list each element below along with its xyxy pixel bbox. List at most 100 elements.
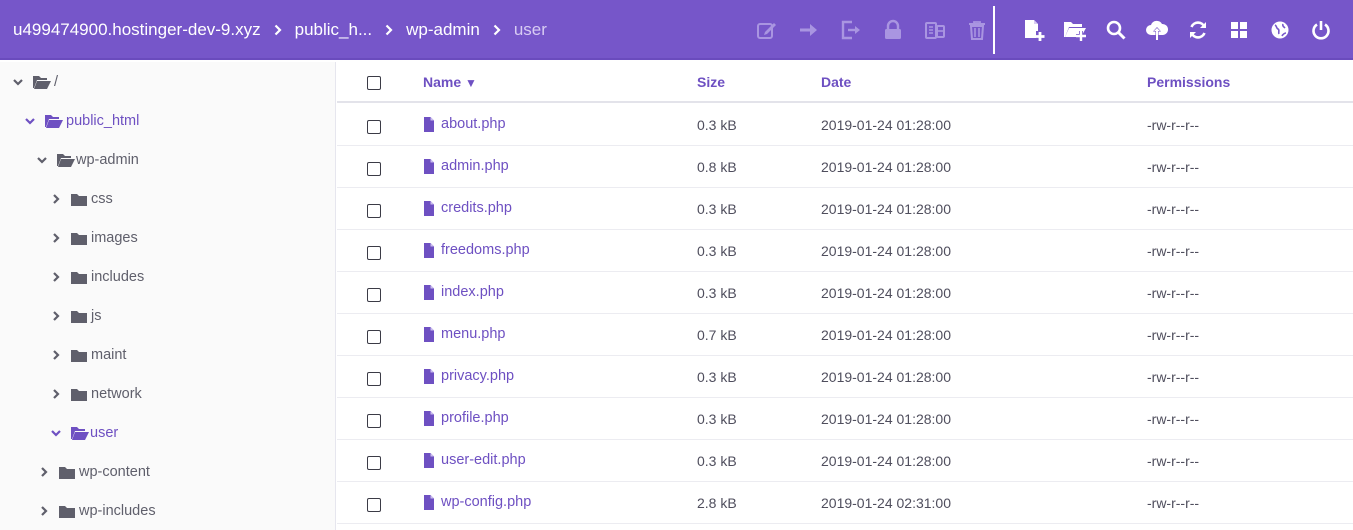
file-date: 2019-01-24 01:28:00 [821,243,951,259]
table-row[interactable]: menu.php 0.7 kB 2019-01-24 01:28:00 -rw-r--… [337,314,1353,356]
file-name-link[interactable]: admin.php [423,158,509,174]
new-folder-icon[interactable] [1060,15,1090,45]
lock-icon[interactable] [878,15,908,45]
column-header-name[interactable]: Name ▼ [423,74,477,90]
move-icon[interactable] [794,15,824,45]
file-name-link[interactable]: freedoms.php [423,242,530,258]
sort-desc-icon: ▼ [465,76,477,90]
chevron-right-icon [50,232,62,244]
file-name-link[interactable]: credits.php [423,200,512,216]
breadcrumb-item-public-html[interactable]: public_h... [295,20,373,40]
file-size: 0.7 kB [697,327,737,343]
tree-node-wp-admin[interactable]: wp-admin [36,148,139,172]
file-icon [423,410,435,426]
file-size: 0.8 kB [697,159,737,175]
chevron-down-icon [36,154,48,166]
table-row[interactable]: freedoms.php 0.3 kB 2019-01-24 01:28:00 -rw… [337,230,1353,272]
column-header-permissions[interactable]: Permissions [1147,74,1230,90]
folder-icon [70,270,88,285]
grid-view-icon[interactable] [1224,15,1254,45]
table-row[interactable]: user-edit.php 0.3 kB 2019-01-24 01:28:00 -r… [337,440,1353,482]
tree-node-css[interactable]: css [50,187,113,211]
tree-node-wp-includes[interactable]: wp-includes [38,499,156,523]
row-checkbox[interactable] [367,288,381,302]
folder-icon [58,504,76,519]
file-date: 2019-01-24 01:28:00 [821,453,951,469]
row-checkbox[interactable] [367,498,381,512]
folder-open-icon [56,152,76,168]
file-icon [423,494,435,510]
file-name-link[interactable]: user-edit.php [423,452,526,468]
folder-icon [70,348,88,363]
column-header-date[interactable]: Date [821,74,851,90]
new-file-icon[interactable] [1019,15,1049,45]
folder-open-icon [70,425,90,441]
tree-node-includes[interactable]: includes [50,265,144,289]
tree-node-root[interactable]: / [12,70,58,94]
folder-open-icon [44,113,64,129]
file-name-link[interactable]: privacy.php [423,368,514,384]
power-icon[interactable] [1306,15,1336,45]
file-name: credits.php [441,200,512,216]
file-icon [423,368,435,384]
tree-node-wp-content[interactable]: wp-content [38,460,150,484]
table-row[interactable]: index.php 0.3 kB 2019-01-24 01:28:00 -rw-r-… [337,272,1353,314]
archive-icon[interactable] [920,15,950,45]
row-checkbox[interactable] [367,204,381,218]
row-checkbox[interactable] [367,456,381,470]
table-row[interactable]: admin.php 0.8 kB 2019-01-24 01:28:00 -rw-r-… [337,146,1353,188]
tree-node-user[interactable]: user [50,421,118,445]
file-size: 0.3 kB [697,285,737,301]
file-name-link[interactable]: menu.php [423,326,506,342]
file-size: 0.3 kB [697,201,737,217]
globe-icon[interactable] [1265,15,1295,45]
selection-toolbar [752,0,992,60]
file-name-link[interactable]: about.php [423,116,506,132]
file-name-link[interactable]: profile.php [423,410,509,426]
tree-node-images[interactable]: images [50,226,138,250]
row-checkbox[interactable] [367,372,381,386]
rename-icon[interactable] [836,15,866,45]
table-row[interactable]: about.php 0.3 kB 2019-01-24 01:28:00 -rw-r-… [337,104,1353,146]
column-header-size[interactable]: Size [697,74,725,90]
file-name-link[interactable]: index.php [423,284,504,300]
row-checkbox[interactable] [367,162,381,176]
table-row[interactable]: profile.php 0.3 kB 2019-01-24 01:28:00 -rw-… [337,398,1353,440]
file-icon [423,284,435,300]
file-date: 2019-01-24 01:28:00 [821,159,951,175]
table-row[interactable]: wp-config.php 2.8 kB 2019-01-24 02:31:00 -r… [337,482,1353,524]
upload-icon[interactable] [1142,15,1172,45]
chevron-down-icon [12,76,24,88]
file-icon [423,452,435,468]
tree-node-js[interactable]: js [50,304,101,328]
toolbar-divider [993,6,995,54]
row-checkbox[interactable] [367,246,381,260]
table-row[interactable]: credits.php 0.3 kB 2019-01-24 01:28:00 -rw-… [337,188,1353,230]
edit-icon[interactable] [752,15,782,45]
file-size: 0.3 kB [697,243,737,259]
row-checkbox[interactable] [367,330,381,344]
file-icon [423,326,435,342]
file-permissions: -rw-r--r-- [1147,411,1200,427]
refresh-icon[interactable] [1183,15,1213,45]
tree-node-maint[interactable]: maint [50,343,126,367]
chevron-right-icon [38,505,50,517]
row-checkbox[interactable] [367,414,381,428]
search-icon[interactable] [1101,15,1131,45]
tree-node-network[interactable]: network [50,382,142,406]
trash-icon[interactable] [962,15,992,45]
file-name: user-edit.php [441,452,526,468]
breadcrumb-item-user: user [513,20,547,39]
chevron-right-icon [50,271,62,283]
tree-node-public-html[interactable]: public_html [24,109,139,133]
row-checkbox[interactable] [367,120,381,134]
file-icon [423,242,435,258]
file-size: 2.8 kB [697,495,737,511]
table-row[interactable]: privacy.php 0.3 kB 2019-01-24 01:28:00 -rw-… [337,356,1353,398]
breadcrumb-item-domain[interactable]: u499474900.hostinger-dev-9.xyz [13,20,261,40]
select-all-checkbox[interactable] [367,76,381,90]
file-date: 2019-01-24 01:28:00 [821,201,951,217]
file-name-link[interactable]: wp-config.php [423,494,531,510]
file-name: freedoms.php [441,242,530,258]
breadcrumb-item-wp-admin[interactable]: wp-admin [406,20,480,40]
